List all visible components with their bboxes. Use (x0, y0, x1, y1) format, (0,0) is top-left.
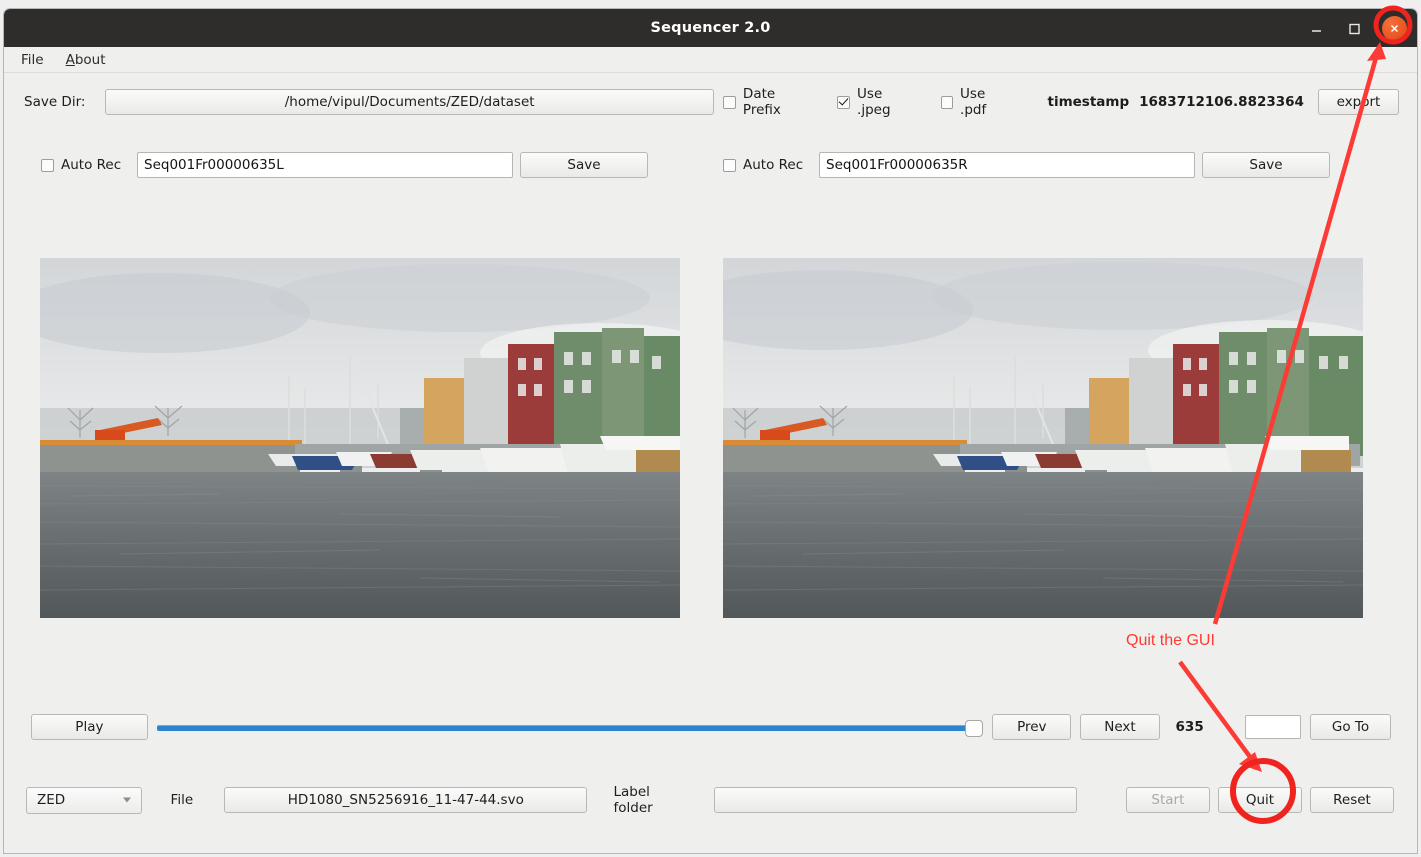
frame-slider[interactable] (156, 714, 984, 740)
left-preview-scene (40, 258, 680, 618)
menu-item-about-rest: bout (74, 51, 106, 68)
application-window: Sequencer 2.0 File About Save Dir: /home… (3, 8, 1418, 854)
menu-item-about[interactable]: About (66, 52, 106, 68)
window-controls (1306, 9, 1407, 47)
camera-select-value: ZED (37, 792, 66, 808)
save-dir-row: Save Dir: /home/vipul/Documents/ZED/data… (24, 86, 1399, 118)
record-row-right: Auto Rec Seq001Fr00000635R Save (723, 149, 1383, 181)
checkbox-date-prefix[interactable]: Date Prefix (723, 86, 814, 118)
use-pdf-label: Use .pdf (960, 86, 987, 118)
annotation-label: Quit the GUI (1126, 632, 1215, 649)
timestamp-value: 1683712106.8823364 (1139, 94, 1304, 110)
window-title: Sequencer 2.0 (650, 20, 771, 36)
chevron-down-icon (122, 797, 131, 803)
prev-button[interactable]: Prev (992, 714, 1072, 740)
filename-input-left[interactable]: Seq001Fr00000635L (137, 152, 513, 178)
close-icon[interactable] (1382, 15, 1407, 41)
frame-number-label: 635 (1175, 719, 1204, 735)
start-button[interactable]: Start (1125, 787, 1210, 813)
play-button[interactable]: Play (31, 714, 148, 740)
save-button-right[interactable]: Save (1202, 152, 1330, 178)
menu-bar: File About (4, 47, 1417, 73)
transport-row: Play Prev Next 635 Go To (31, 713, 1392, 741)
save-dir-path-button[interactable]: /home/vipul/Documents/ZED/dataset (104, 89, 715, 115)
menu-accelerator-a: A (65, 51, 75, 68)
camera-select[interactable]: ZED (26, 786, 142, 814)
left-camera-preview[interactable] (40, 258, 680, 618)
use-pdf-checkbox-box[interactable] (940, 95, 954, 109)
quit-button[interactable]: Quit (1217, 787, 1302, 813)
date-prefix-checkbox-box[interactable] (723, 95, 736, 109)
right-camera-preview[interactable] (723, 258, 1363, 618)
reset-button[interactable]: Reset (1309, 787, 1394, 813)
export-button[interactable]: export (1317, 89, 1399, 115)
file-label: File (170, 792, 194, 808)
right-preview-scene (723, 258, 1363, 618)
save-button-left[interactable]: Save (520, 152, 648, 178)
auto-rec-left-label: Auto Rec (61, 157, 122, 173)
goto-input[interactable] (1244, 715, 1301, 739)
auto-rec-right-label: Auto Rec (743, 157, 804, 173)
date-prefix-label: Date Prefix (742, 86, 781, 118)
checkbox-use-pdf[interactable]: Use .pdf (940, 86, 1014, 118)
frame-slider-handle[interactable] (965, 720, 984, 737)
bottom-row: ZED File HD1080_SN5256916_11-47-44.svo L… (26, 784, 1394, 816)
frame-slider-groove (156, 725, 970, 731)
title-bar: Sequencer 2.0 (4, 9, 1417, 47)
goto-button[interactable]: Go To (1309, 714, 1392, 740)
filename-input-right[interactable]: Seq001Fr00000635R (819, 152, 1195, 178)
label-folder-label: Label folder (613, 784, 653, 816)
next-button[interactable]: Next (1080, 714, 1160, 740)
checkbox-use-jpeg[interactable]: Use .jpeg (837, 86, 917, 118)
auto-rec-left-checkbox-box[interactable] (41, 158, 54, 172)
label-folder-button[interactable] (713, 787, 1077, 813)
minimize-icon[interactable] (1306, 18, 1326, 38)
auto-rec-right-checkbox-box[interactable] (723, 158, 736, 172)
timestamp-label: timestamp (1047, 94, 1130, 110)
file-path-button[interactable]: HD1080_SN5256916_11-47-44.svo (224, 787, 588, 813)
save-dir-label: Save Dir: (24, 94, 86, 110)
maximize-icon[interactable] (1344, 18, 1364, 38)
menu-item-file[interactable]: File (21, 52, 44, 68)
use-jpeg-label: Use .jpeg (857, 86, 891, 118)
checkbox-auto-rec-right[interactable]: Auto Rec (723, 157, 819, 173)
use-jpeg-checkbox-box[interactable] (837, 95, 851, 109)
checkbox-auto-rec-left[interactable]: Auto Rec (41, 157, 137, 173)
record-row-left: Auto Rec Seq001Fr00000635L Save (41, 149, 701, 181)
